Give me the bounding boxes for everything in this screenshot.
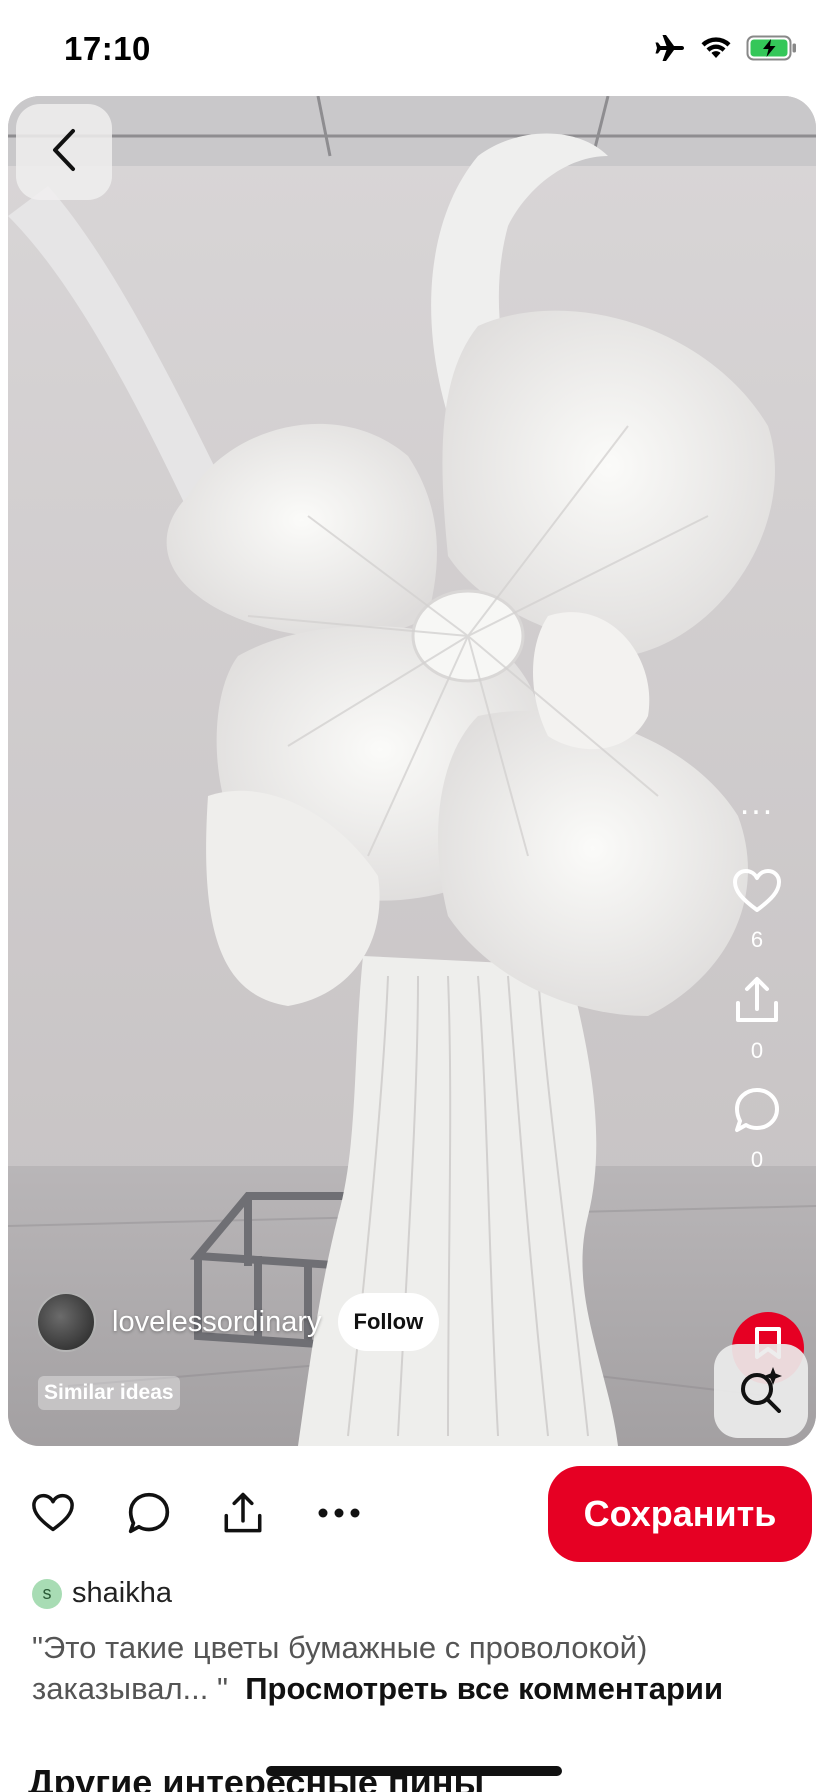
more-options-button[interactable]: ... — [740, 786, 774, 826]
commenter-name[interactable]: shaikha — [72, 1577, 172, 1610]
view-all-comments-link[interactable]: Просмотреть все комментарии — [245, 1671, 723, 1706]
status-bar: 17:10 — [0, 0, 828, 96]
comment-button[interactable]: 0 — [733, 1086, 781, 1173]
follow-button[interactable]: Follow — [337, 1293, 440, 1351]
visual-search-icon — [737, 1365, 785, 1418]
like-count: 6 — [750, 927, 764, 952]
like-button[interactable]: 6 — [732, 868, 782, 953]
share-button[interactable]: 0 — [733, 975, 781, 1064]
wifi-icon — [700, 36, 732, 65]
author-row: lovelessordinary Follow — [36, 1292, 440, 1352]
pin-card[interactable]: ... 6 0 0 lovelessordinary Follow Simila… — [8, 96, 816, 1446]
back-button[interactable] — [16, 104, 112, 200]
comment-icon — [733, 1086, 781, 1139]
airplane-mode-icon — [654, 34, 686, 67]
author-avatar[interactable] — [36, 1292, 96, 1352]
comment-count: 0 — [750, 1147, 764, 1172]
status-time: 17:10 — [64, 30, 151, 67]
similar-ideas-label[interactable]: Similar ideas — [38, 1376, 180, 1410]
action-share-button[interactable] — [218, 1490, 268, 1540]
share-count: 0 — [750, 1038, 764, 1063]
comment-icon — [127, 1491, 171, 1540]
home-indicator — [266, 1766, 562, 1776]
more-icon — [317, 1506, 361, 1524]
share-icon — [221, 1491, 265, 1540]
battery-charging-icon — [746, 35, 798, 66]
commenter-avatar[interactable]: s — [32, 1578, 62, 1609]
action-like-button[interactable] — [28, 1490, 78, 1540]
chevron-left-icon — [47, 127, 81, 178]
pin-image[interactable] — [8, 96, 816, 1446]
heart-icon — [31, 1493, 75, 1538]
side-actions: ... 6 0 0 — [722, 786, 792, 1195]
action-bar: Сохранить — [0, 1466, 828, 1562]
visual-search-button[interactable] — [714, 1344, 808, 1438]
action-more-button[interactable] — [314, 1490, 364, 1540]
status-icons — [654, 34, 798, 67]
save-button[interactable]: Сохранить — [548, 1466, 812, 1562]
share-icon — [733, 975, 781, 1030]
author-name[interactable]: lovelessordinary — [112, 1306, 322, 1339]
comment-preview: "Это такие цветы бумажные с проволокой) … — [32, 1627, 812, 1709]
heart-icon — [732, 868, 782, 919]
action-comment-button[interactable] — [124, 1490, 174, 1540]
commenter-row: s shaikha — [32, 1577, 172, 1610]
